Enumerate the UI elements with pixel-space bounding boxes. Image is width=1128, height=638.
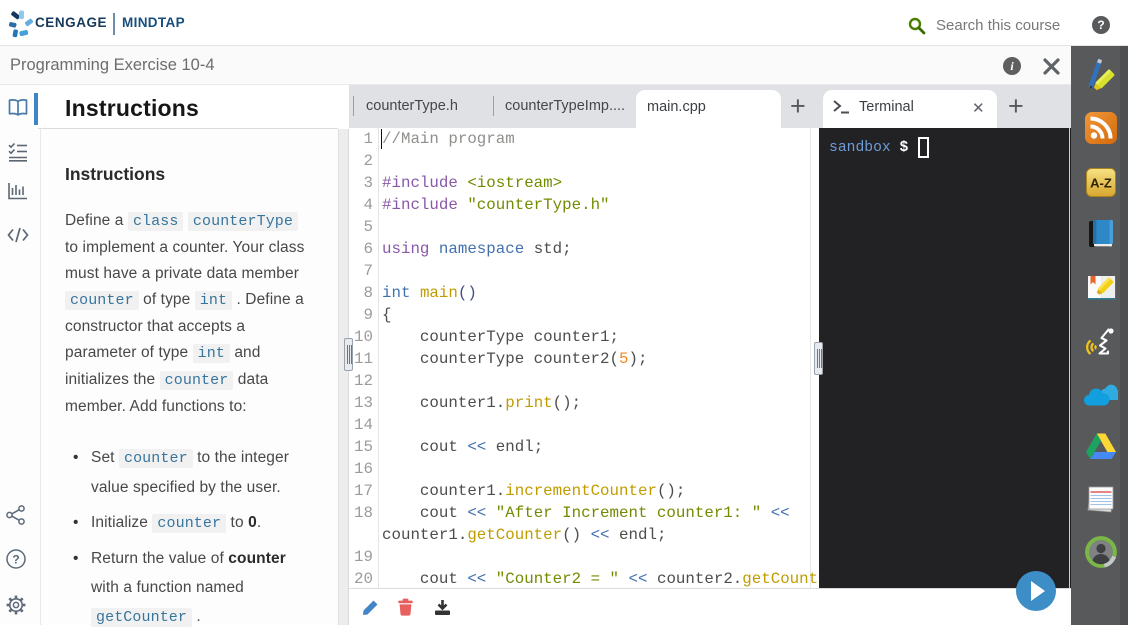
svg-text:A-Z: A-Z	[1090, 176, 1112, 191]
svg-text:?: ?	[12, 552, 19, 566]
